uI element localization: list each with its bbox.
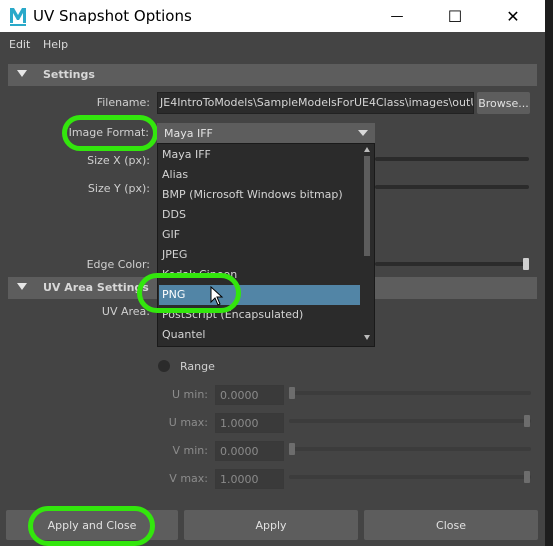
maya-app-icon — [8, 5, 28, 27]
menu-edit[interactable]: Edit — [9, 38, 30, 51]
v-max-label: V max: — [169, 472, 208, 485]
size-x-slider[interactable] — [375, 157, 529, 161]
menu-help[interactable]: Help — [43, 38, 68, 51]
filename-input[interactable]: JE4IntroToModels\SampleModelsForUE4Class… — [157, 92, 474, 114]
list-item[interactable]: Maya IFF — [162, 145, 358, 165]
v-max-field[interactable]: 1.0000 — [215, 469, 284, 489]
u-min-field[interactable]: 0.0000 — [215, 385, 284, 405]
apply-button[interactable]: Apply — [184, 510, 358, 540]
list-item[interactable]: BMP (Microsoft Windows bitmap) — [162, 185, 358, 205]
edge-color-slider-handle[interactable] — [523, 258, 529, 270]
range-label: Range — [180, 360, 215, 373]
list-item[interactable]: Quantel — [162, 325, 358, 345]
v-max-slider-handle[interactable] — [524, 471, 530, 483]
u-max-slider-handle[interactable] — [524, 415, 530, 427]
v-min-field[interactable]: 0.0000 — [215, 441, 284, 461]
mouse-cursor-icon — [210, 285, 224, 309]
size-y-slider[interactable] — [375, 185, 529, 189]
collapse-triangle-icon — [17, 70, 27, 77]
background-window-edge — [545, 0, 553, 546]
image-format-dropdown[interactable]: Maya IFF — [157, 123, 375, 144]
u-max-field[interactable]: 1.0000 — [215, 413, 284, 433]
v-min-slider-handle[interactable] — [289, 443, 295, 455]
list-item[interactable]: GIF — [162, 225, 358, 245]
minimize-button[interactable]: — — [374, 0, 420, 32]
v-min-value: 0.0000 — [220, 445, 259, 458]
list-item[interactable]: JPEG — [162, 245, 358, 265]
image-format-value: Maya IFF — [164, 127, 213, 140]
filename-value: JE4IntroToModels\SampleModelsForUE4Class… — [160, 96, 474, 109]
list-item[interactable]: DDS — [162, 205, 358, 225]
uv-area-header-label: UV Area Settings — [43, 281, 149, 294]
chevron-down-icon — [358, 130, 368, 136]
close-button[interactable]: Close — [364, 510, 538, 540]
options-scrollbar[interactable] — [361, 144, 373, 344]
scroll-thumb[interactable] — [364, 156, 370, 256]
size-x-label: Size X (px): — [87, 154, 150, 167]
size-y-label: Size Y (px): — [87, 182, 150, 195]
list-item[interactable]: Alias — [162, 165, 358, 185]
maximize-icon: ☐ — [447, 6, 463, 26]
u-min-value: 0.0000 — [220, 389, 259, 402]
scroll-up-icon[interactable] — [364, 147, 370, 152]
u-min-slider-handle[interactable] — [289, 387, 295, 399]
title-bar: UV Snapshot Options — ☐ ✕ — [0, 0, 545, 32]
maximize-button[interactable]: ☐ — [432, 0, 478, 32]
u-max-value: 1.0000 — [220, 417, 259, 430]
highlight-circle-image-format — [62, 115, 158, 151]
filename-label: Filename: — [96, 96, 150, 109]
highlight-circle-png — [137, 273, 241, 313]
uv-area-label: UV Area: — [101, 305, 150, 318]
u-min-label: U min: — [172, 388, 208, 401]
u-max-slider[interactable] — [289, 419, 531, 423]
v-max-value: 1.0000 — [220, 473, 259, 486]
browse-button[interactable]: Browse... — [477, 92, 530, 114]
settings-section-header[interactable]: Settings — [8, 64, 537, 86]
edge-color-label: Edge Color: — [86, 258, 150, 271]
v-min-label: V min: — [172, 444, 208, 457]
highlight-circle-apply-close — [28, 506, 155, 546]
minimize-icon: — — [390, 8, 404, 24]
menu-bar: Edit Help — [0, 32, 545, 56]
close-window-button[interactable]: ✕ — [490, 0, 536, 32]
edge-color-slider[interactable] — [375, 262, 529, 266]
u-max-label: U max: — [168, 416, 208, 429]
close-icon: ✕ — [506, 6, 520, 26]
range-radio-button[interactable] — [158, 360, 170, 372]
settings-header-label: Settings — [43, 68, 95, 81]
scroll-down-icon[interactable] — [364, 335, 370, 340]
u-min-slider[interactable] — [289, 391, 531, 395]
v-max-slider[interactable] — [289, 475, 531, 479]
image-format-options-list[interactable]: Maya IFF Alias BMP (Microsoft Windows bi… — [157, 143, 375, 347]
v-min-slider[interactable] — [289, 447, 531, 451]
window-title: UV Snapshot Options — [33, 7, 192, 25]
collapse-triangle-icon — [17, 283, 27, 290]
